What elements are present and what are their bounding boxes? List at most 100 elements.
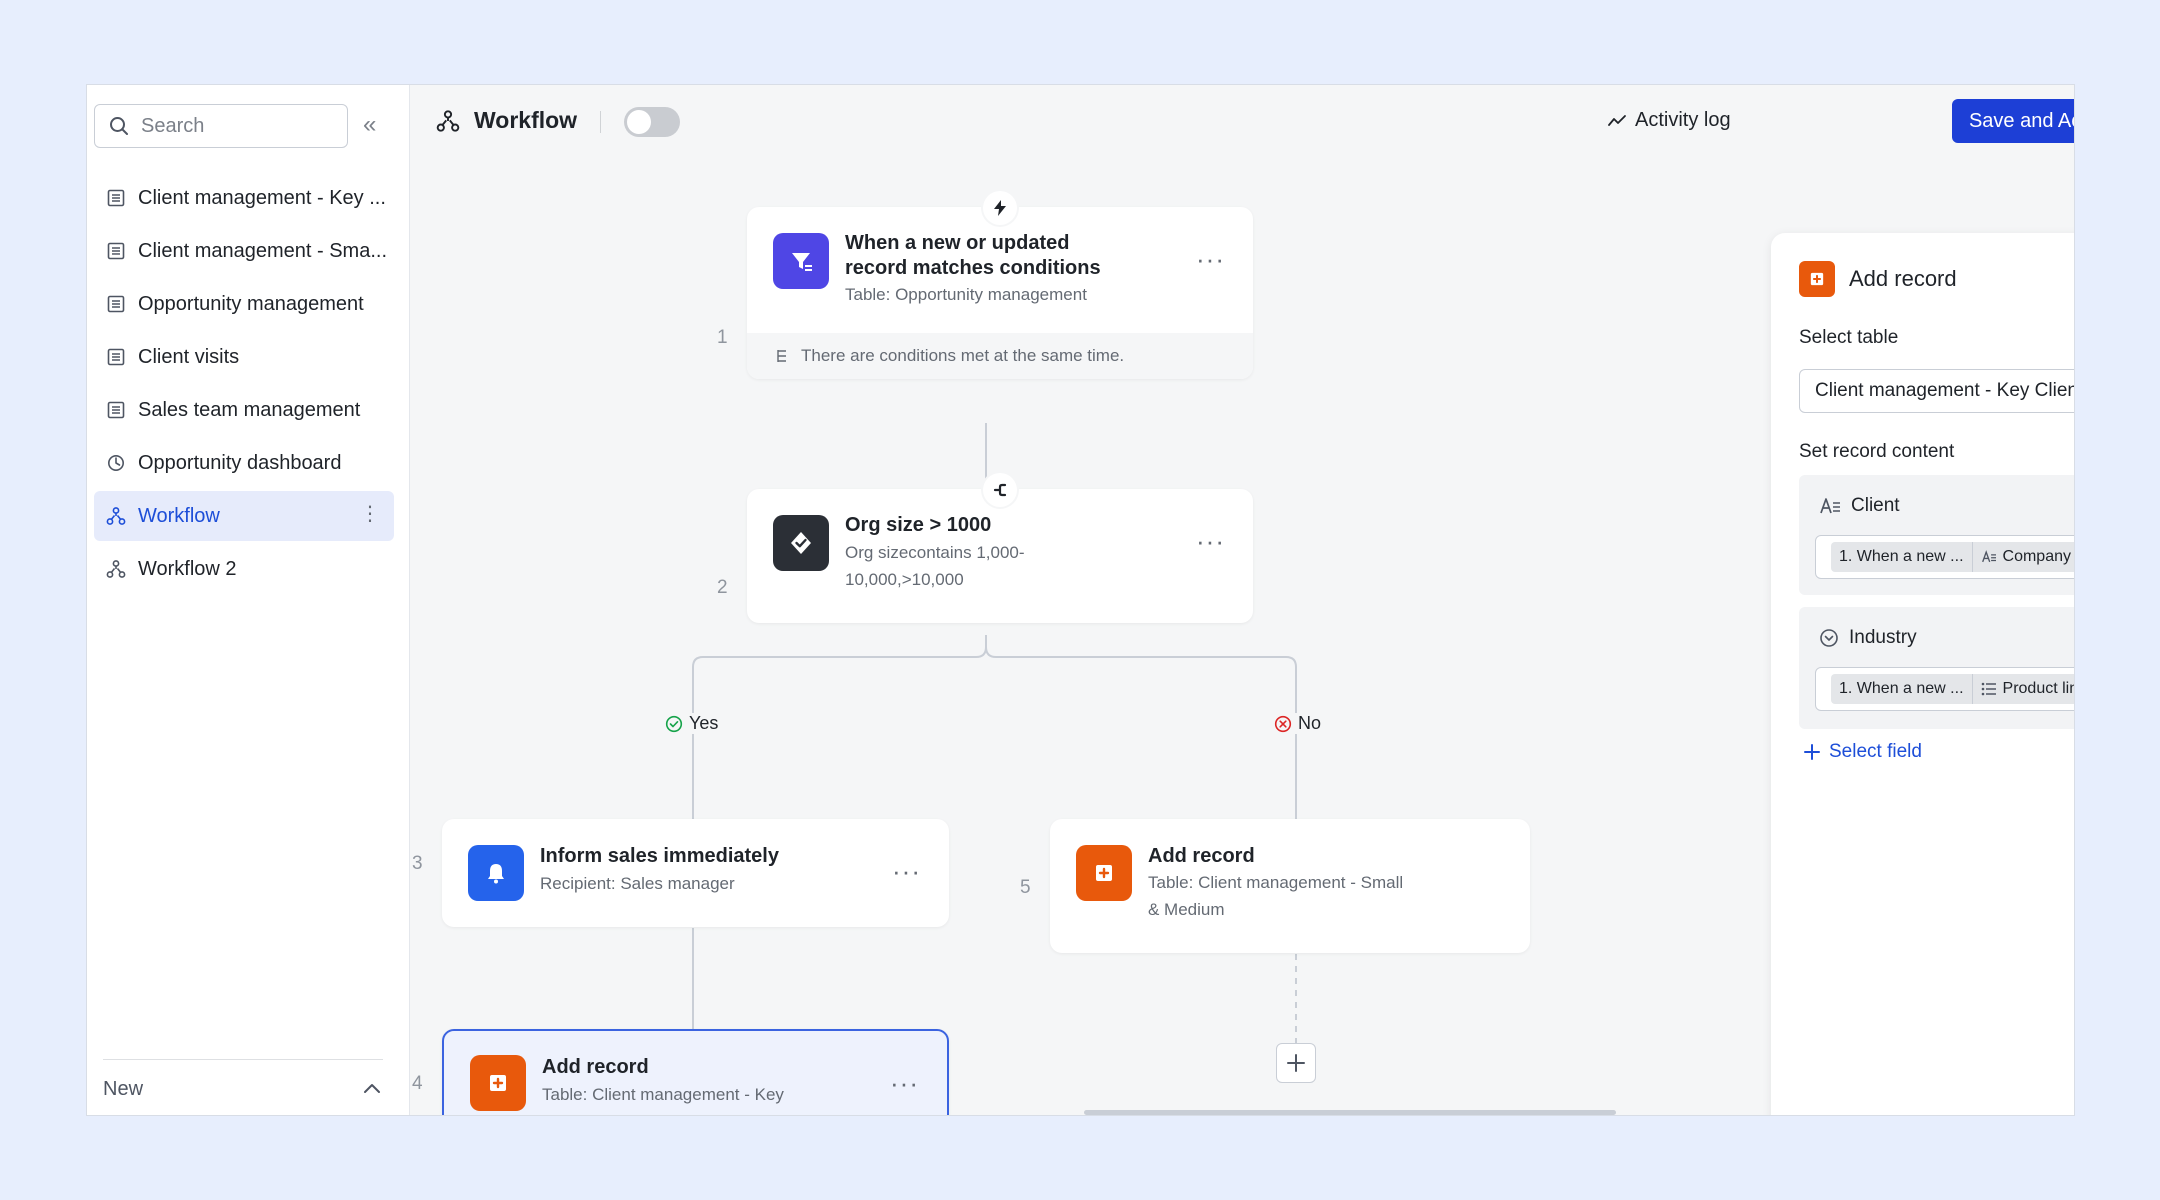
sidebar-item-label: Opportunity management [138,292,364,315]
step-number: 2 [717,577,728,598]
save-and-activate-button[interactable]: Save and Activate [1952,99,2074,143]
check-circle-icon [665,715,683,732]
sidebar-item-client-management-small[interactable]: Client management - Sma... [94,226,394,276]
node-title: Inform sales immediately [540,845,779,867]
node-subtitle: Table: Opportunity management [845,285,1087,304]
chevron-up-icon [364,1084,380,1093]
workflow-canvas[interactable]: 1 When a new or updated record matches c… [410,157,2074,1115]
filter-icon [773,233,829,289]
field-card-industry: Industry 1. When a new ... Product line [1799,607,2074,729]
branch-icon [777,350,786,362]
add-record-node[interactable]: Add record Table: Client management - Sm… [1050,819,1530,953]
branch-yes-label: Yes [661,713,723,734]
node-subtitle-line: Org sizecontains 1,000- [845,543,1025,562]
field-tag-label: Company Name [2002,548,2074,565]
field-tag[interactable]: Product line [1971,674,2074,704]
notify-node[interactable]: Inform sales immediately Recipient: Sale… [442,819,949,927]
field-name: Industry [1849,627,1917,648]
select-field-label: Select field [1829,741,1922,762]
node-subtitle-line: & Medium [1148,900,1225,919]
add-record-icon [470,1055,526,1111]
activity-log-button[interactable]: Activity log [1607,109,1731,132]
dropdown-field-icon [1820,629,1838,647]
sidebar-item-label: Workflow [138,504,220,527]
sidebar-item-workflow-2[interactable]: Workflow 2 [94,544,394,594]
sidebar-item-client-visits[interactable]: Client visits [94,332,394,382]
more-options-icon[interactable]: ··· [1196,246,1225,272]
app-window: Search « Client management - Key ... Cli… [86,84,2075,1116]
node-title: Org size > 1000 [845,514,992,536]
workflow-icon [106,559,126,579]
field-tag[interactable]: Company Name [1971,542,2074,572]
trigger-node[interactable]: When a new or updated record matches con… [747,207,1253,379]
condition-note-text: There are conditions met at the same tim… [801,346,1125,365]
list-field-icon [1981,682,1996,696]
select-field-button[interactable]: Select field [1803,741,1922,763]
panel-header: Add record [1799,261,1957,297]
activation-toggle[interactable] [624,107,680,137]
add-record-node-selected[interactable]: Add record Table: Client management - Ke… [442,1029,949,1115]
more-options-icon[interactable]: ··· [890,1070,919,1096]
topbar: Workflow Activity log Save and Activate [410,85,2074,157]
panel-title: Add record [1849,266,1957,291]
collapse-sidebar-icon[interactable]: « [363,113,376,137]
table-select-value: Client management - Key Clients [1815,380,2075,401]
page-title-text: Workflow [474,107,578,133]
step-number: 3 [412,853,423,874]
sidebar-item-client-management-key[interactable]: Client management - Key ... [94,173,394,223]
select-table-label: Select table [1799,327,1899,348]
search-icon [110,117,128,135]
add-record-icon [1076,845,1132,901]
search-placeholder: Search [141,114,205,137]
source-tag[interactable]: 1. When a new ... [1831,674,1972,704]
lightning-icon [983,191,1017,225]
new-button[interactable]: New [103,1059,383,1101]
set-content-label: Set record content [1799,441,1955,462]
sidebar-item-sales-team-management[interactable]: Sales team management [94,385,394,435]
sidebar-item-workflow[interactable]: Workflow ⋮ [94,491,394,541]
sidebar: Search « Client management - Key ... Cli… [87,85,410,1115]
more-options-icon[interactable]: ⋮ [360,504,380,524]
field-value-select[interactable]: 1. When a new ... Product line [1815,667,2074,711]
horizontal-scrollbar[interactable] [1084,1110,1616,1115]
add-step-button[interactable] [1276,1043,1316,1083]
node-title: Add record [1148,845,1255,867]
node-subtitle-line: 10,000,>10,000 [845,570,964,589]
search-input[interactable]: Search [94,104,348,148]
step-number: 5 [1020,877,1031,898]
node-title-line: When a new or updated [845,232,1070,254]
table-icon [106,294,126,314]
field-name: Client [1851,495,1900,516]
page-title: Workflow [436,107,577,134]
new-label: New [103,1078,144,1100]
node-title: Add record [542,1056,649,1078]
table-icon [106,188,126,208]
table-icon [106,241,126,261]
step-number: 4 [412,1073,423,1094]
sidebar-item-opportunity-dashboard[interactable]: Opportunity dashboard [94,438,394,488]
activity-log-label: Activity log [1635,109,1731,131]
field-tag-label: Product line [2002,680,2074,697]
add-record-icon [1799,261,1835,297]
field-value-input[interactable]: 1. When a new ... Company Name [1815,535,2074,579]
trend-line-icon [1608,114,1626,126]
sidebar-item-label: Sales team management [138,398,361,421]
node-subtitle: Recipient: Sales manager [540,874,735,893]
table-select[interactable]: Client management - Key Clients [1799,369,2075,413]
sidebar-nav: Client management - Key ... Client manag… [94,173,394,597]
source-tag[interactable]: 1. When a new ... [1831,542,1972,572]
add-record-panel: Add record Select table Client managemen… [1771,233,2075,1115]
branch-no-text: No [1298,713,1322,733]
condition-note: There are conditions met at the same tim… [747,333,1253,379]
sidebar-item-label: Client visits [138,345,240,368]
condition-node[interactable]: Org size > 1000 Org sizecontains 1,000- … [747,489,1253,623]
node-subtitle-line: Table: Client management - Key [542,1085,784,1104]
node-subtitle: Table: Client management - Small & Mediu… [1148,869,1403,923]
sidebar-item-label: Client management - Key ... [138,186,386,209]
text-field-icon [1820,498,1840,514]
more-options-icon[interactable]: ··· [892,858,921,884]
more-options-icon[interactable]: ··· [1196,528,1225,554]
table-icon [106,400,126,420]
sidebar-item-opportunity-management[interactable]: Opportunity management [94,279,394,329]
check-badge-icon [773,515,829,571]
